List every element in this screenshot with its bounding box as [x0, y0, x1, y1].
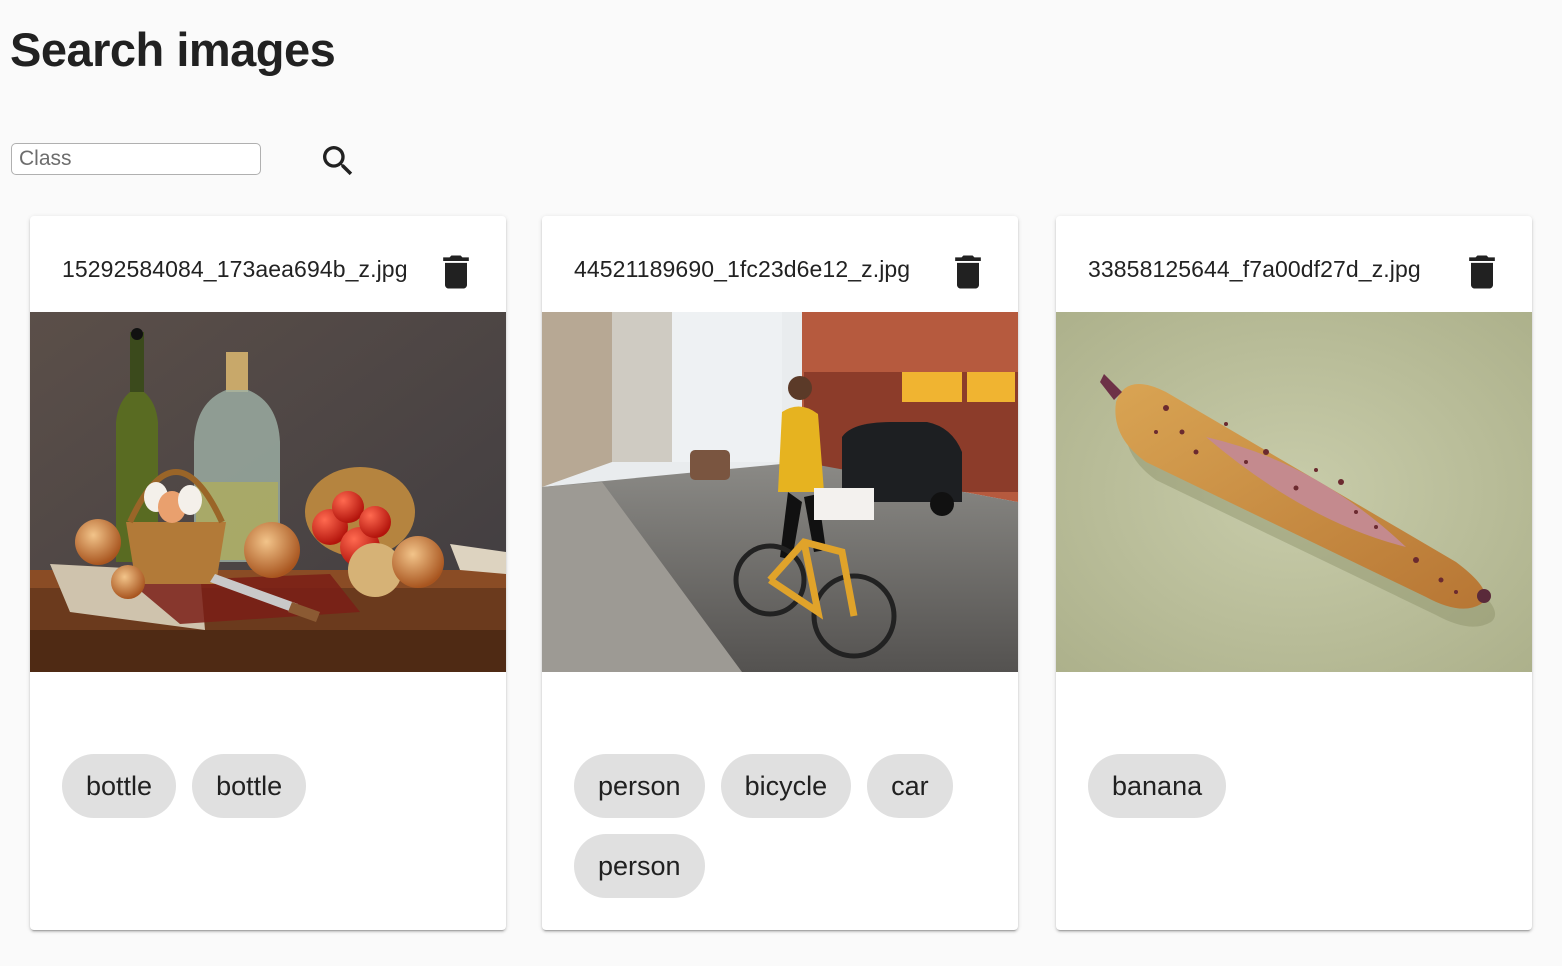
- delete-button[interactable]: [1460, 250, 1504, 294]
- image-card: 44521189690_1fc23d6e12_z.jpg person bicy…: [542, 216, 1018, 930]
- card-image-banana: [1056, 312, 1532, 672]
- card-filename: 44521189690_1fc23d6e12_z.jpg: [574, 256, 911, 282]
- image-card: 15292584084_173aea694b_z.jpg bottle bott…: [30, 216, 506, 930]
- search-bar: [11, 141, 391, 183]
- search-icon: [323, 146, 353, 176]
- trash-icon: [955, 255, 981, 289]
- tag-chip[interactable]: bottle: [192, 754, 307, 818]
- tag-chip[interactable]: bicycle: [720, 754, 852, 818]
- class-search-input[interactable]: [11, 143, 261, 175]
- card-header: 33858125644_f7a00df27d_z.jpg: [1056, 216, 1532, 312]
- image-card: 33858125644_f7a00df27d_z.jpg banana: [1056, 216, 1532, 930]
- delete-button[interactable]: [946, 250, 990, 294]
- trash-icon: [443, 255, 469, 289]
- delete-button[interactable]: [434, 250, 478, 294]
- tag-chip[interactable]: person: [574, 754, 705, 818]
- tag-chips: banana: [1088, 754, 1508, 834]
- card-filename: 33858125644_f7a00df27d_z.jpg: [1088, 256, 1421, 282]
- tag-chip[interactable]: bottle: [62, 754, 177, 818]
- tag-chip[interactable]: banana: [1088, 754, 1227, 818]
- card-header: 44521189690_1fc23d6e12_z.jpg: [542, 216, 1018, 312]
- search-button[interactable]: [311, 141, 365, 181]
- tag-chips: person bicycle car person: [574, 754, 994, 914]
- card-header: 15292584084_173aea694b_z.jpg: [30, 216, 506, 312]
- tag-chip[interactable]: car: [867, 754, 953, 818]
- trash-icon: [1469, 255, 1495, 289]
- card-filename: 15292584084_173aea694b_z.jpg: [62, 256, 408, 282]
- card-image-street-cyclist: [542, 312, 1018, 672]
- page-title: Search images: [10, 23, 336, 76]
- tag-chip[interactable]: person: [574, 834, 705, 898]
- card-image-still-life: [30, 312, 506, 672]
- tag-chips: bottle bottle: [62, 754, 482, 834]
